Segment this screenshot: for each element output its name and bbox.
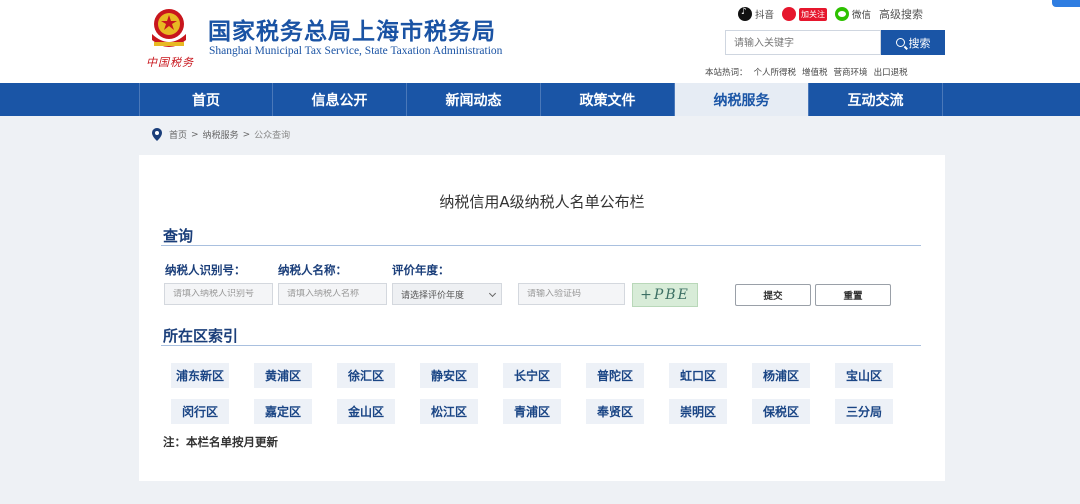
- chevron-down-icon: [488, 289, 497, 298]
- district-button[interactable]: 闵行区: [171, 399, 229, 424]
- wechat-link[interactable]: 微信: [835, 7, 871, 21]
- wechat-icon: [835, 7, 850, 21]
- taxpayer-id-input[interactable]: [173, 289, 272, 299]
- eval-year-select[interactable]: 请选择评价年度: [392, 283, 502, 305]
- advanced-search-link[interactable]: 高级搜索: [879, 6, 923, 22]
- district-button[interactable]: 嘉定区: [254, 399, 312, 424]
- nav-item-interaction[interactable]: 互动交流: [809, 83, 943, 116]
- captcha-field: [518, 283, 625, 305]
- taxpayer-id-label: 纳税人识别号：: [165, 263, 246, 277]
- search-box: [725, 30, 881, 55]
- captcha-input[interactable]: [527, 289, 624, 299]
- hot-words: 本站热词： 个人所得税 增值税 营商环境 出口退税: [705, 66, 914, 78]
- taxpayer-id-field: [164, 283, 273, 305]
- page-title: 纳税信用A级纳税人名单公布栏: [439, 193, 645, 211]
- weibo-link[interactable]: 加关注: [782, 7, 828, 21]
- site-title[interactable]: 国家税务总局上海市税务局: [208, 12, 496, 46]
- district-button[interactable]: 黄浦区: [254, 363, 312, 388]
- district-button[interactable]: 浦东新区: [171, 363, 229, 388]
- site-subtitle: Shanghai Municipal Tax Service, State Ta…: [209, 45, 503, 57]
- breadcrumb-separator: >: [242, 129, 251, 140]
- douyin-label: 抖音: [755, 10, 775, 21]
- section-divider: [161, 245, 921, 246]
- search-button[interactable]: 搜索: [881, 30, 945, 55]
- hot-word-link[interactable]: 个人所得税: [754, 66, 797, 78]
- search-icon: [895, 38, 905, 47]
- district-button[interactable]: 崇明区: [669, 399, 727, 424]
- site-header: 中国税务 国家税务总局上海市税务局 Shanghai Municipal Tax…: [0, 0, 1080, 83]
- main-nav: 首页 信息公开 新闻动态 政策文件 纳税服务 互动交流: [0, 83, 1080, 116]
- captcha-image[interactable]: +PBE: [632, 283, 698, 307]
- search-button-label: 搜索: [908, 36, 931, 50]
- reset-button[interactable]: 重置: [815, 284, 891, 306]
- district-button[interactable]: 青浦区: [503, 399, 561, 424]
- nav-item-policy[interactable]: 政策文件: [541, 83, 675, 116]
- weibo-icon: [782, 7, 797, 21]
- hot-word-link[interactable]: 营商环境: [834, 66, 868, 78]
- district-button[interactable]: 三分局: [835, 399, 893, 424]
- district-section-title: 所在区索引: [163, 327, 239, 345]
- nav-item-info-disclosure[interactable]: 信息公开: [273, 83, 407, 116]
- breadcrumb-tax-service[interactable]: 纳税服务: [203, 128, 239, 141]
- douyin-icon: [738, 7, 752, 21]
- content-panel: 纳税信用A级纳税人名单公布栏 查询 纳税人识别号： 纳税人名称： 评价年度： 请…: [139, 155, 945, 481]
- breadcrumb-separator: >: [191, 129, 199, 140]
- eval-year-label: 评价年度：: [392, 263, 450, 277]
- breadcrumb-home[interactable]: 首页: [169, 128, 187, 141]
- hot-words-label: 本站热词：: [705, 68, 748, 78]
- taxpayer-name-label: 纳税人名称：: [278, 263, 347, 277]
- logo-signature: 中国税务: [146, 56, 194, 69]
- nav-item-news[interactable]: 新闻动态: [407, 83, 541, 116]
- corner-badge[interactable]: [1052, 0, 1080, 7]
- district-button[interactable]: 保税区: [752, 399, 810, 424]
- district-button[interactable]: 虹口区: [669, 363, 727, 388]
- search-input[interactable]: [726, 32, 880, 55]
- national-emblem-icon: [152, 9, 186, 47]
- district-button[interactable]: 金山区: [337, 399, 395, 424]
- wechat-label: 微信: [852, 10, 872, 21]
- top-links: 抖音 加关注 微信 高级搜索: [738, 5, 931, 23]
- nav-items: 首页 信息公开 新闻动态 政策文件 纳税服务 互动交流: [139, 83, 944, 116]
- district-button[interactable]: 松江区: [420, 399, 478, 424]
- location-pin-icon: [152, 128, 162, 141]
- breadcrumb-current: 公众查询: [254, 131, 291, 141]
- update-note: 注：本栏名单按月更新: [163, 435, 278, 449]
- taxpayer-name-field: [278, 283, 387, 305]
- query-section-title: 查询: [163, 227, 194, 245]
- hot-word-link[interactable]: 增值税: [802, 66, 828, 78]
- district-button[interactable]: 长宁区: [503, 363, 561, 388]
- eval-year-select-value: 请选择评价年度: [401, 290, 465, 301]
- submit-button[interactable]: 提交: [735, 284, 811, 306]
- district-button[interactable]: 静安区: [420, 363, 478, 388]
- district-button[interactable]: 徐汇区: [337, 363, 395, 388]
- taxpayer-name-input[interactable]: [287, 289, 386, 299]
- nav-item-home[interactable]: 首页: [139, 83, 273, 116]
- douyin-link[interactable]: 抖音: [738, 7, 774, 21]
- district-button[interactable]: 普陀区: [586, 363, 644, 388]
- section-divider: [161, 345, 921, 346]
- hot-word-link[interactable]: 出口退税: [874, 66, 908, 78]
- district-button[interactable]: 奉贤区: [586, 399, 644, 424]
- district-button[interactable]: 宝山区: [835, 363, 893, 388]
- nav-item-tax-service[interactable]: 纳税服务: [675, 83, 809, 116]
- district-button[interactable]: 杨浦区: [752, 363, 810, 388]
- breadcrumb: 首页 > 纳税服务 > 公众查询: [152, 128, 290, 141]
- weibo-follow-label: 加关注: [799, 7, 828, 21]
